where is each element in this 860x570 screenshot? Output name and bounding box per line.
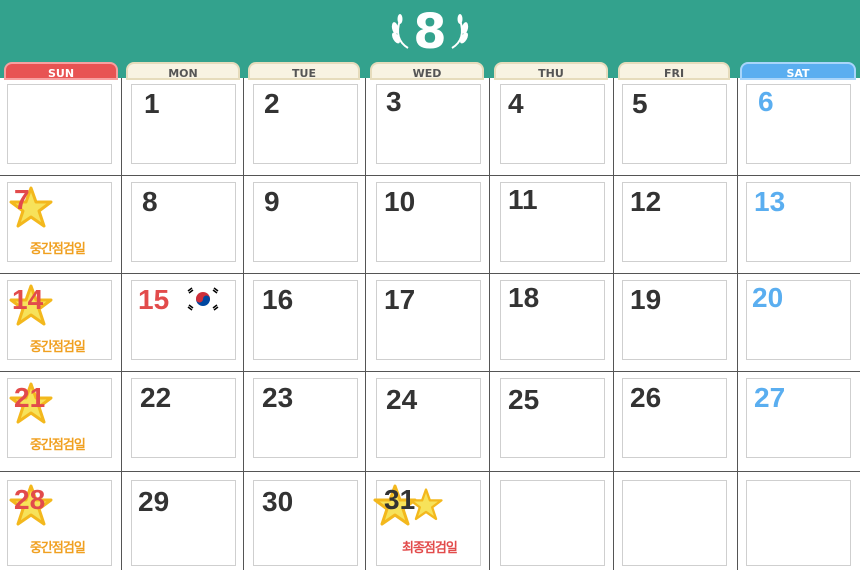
day-cell[interactable]: 16 [244, 274, 366, 372]
day-box [7, 84, 112, 164]
laurel-right-icon [451, 14, 469, 49]
day-number: 16 [262, 284, 294, 315]
day-number: 29 [138, 486, 170, 517]
day-number: 8 [142, 186, 158, 217]
korean-flag-icon [186, 286, 220, 312]
day-number: 20 [752, 282, 784, 313]
day-cell[interactable]: 6 [738, 78, 860, 176]
month-title: 8 [413, 4, 447, 60]
day-cell[interactable]: 29 [122, 472, 244, 570]
day-cell[interactable]: 26 [614, 372, 738, 472]
day-cell[interactable]: 3 [366, 78, 490, 176]
day-number: 30 [262, 486, 294, 517]
day-cell[interactable]: 4 [490, 78, 614, 176]
day-number: 26 [630, 382, 662, 413]
day-cell[interactable]: 27 [738, 372, 860, 472]
day-cell[interactable]: 14 중간점검일 [0, 274, 122, 372]
day-number: 2 [264, 88, 280, 119]
day-number: 28 [14, 484, 46, 515]
day-number: 21 [14, 382, 46, 413]
day-number: 5 [632, 88, 648, 119]
day-cell[interactable]: 1 [122, 78, 244, 176]
day-number: 19 [630, 284, 662, 315]
day-cell[interactable]: 5 [614, 78, 738, 176]
day-cell[interactable]: 19 [614, 274, 738, 372]
day-cell[interactable]: 31 최종점검일 [366, 472, 490, 570]
day-number: 15 [138, 284, 170, 315]
day-number: 18 [508, 282, 540, 313]
day-box [500, 480, 605, 566]
day-number: 9 [264, 186, 280, 217]
day-cell[interactable]: 10 [366, 176, 490, 274]
day-cell[interactable]: 15 [122, 274, 244, 372]
day-number: 1 [144, 88, 160, 119]
midterm-check-note: 중간점검일 [30, 438, 86, 453]
day-number: 12 [630, 186, 662, 217]
weekday-header: SUN MON TUE WED THU FRI SAT [0, 62, 860, 80]
day-cell[interactable]: 30 [244, 472, 366, 570]
day-number: 10 [384, 186, 416, 217]
day-number: 11 [508, 184, 538, 215]
day-cell[interactable]: 13 [738, 176, 860, 274]
day-number: 4 [508, 88, 524, 119]
day-number: 7 [14, 184, 30, 215]
day-number: 13 [754, 186, 786, 217]
day-number: 31 [384, 484, 416, 515]
day-number: 22 [140, 382, 172, 413]
midterm-check-note: 중간점검일 [30, 340, 86, 355]
day-cell[interactable]: 12 [614, 176, 738, 274]
day-box [746, 480, 851, 566]
day-cell[interactable]: 7 중간점검일 [0, 176, 122, 274]
day-number: 3 [386, 86, 402, 117]
final-check-note: 최종점검일 [402, 541, 458, 556]
day-number: 6 [758, 86, 774, 117]
day-cell[interactable] [738, 472, 860, 570]
day-number: 25 [508, 384, 540, 415]
midterm-check-note: 중간점검일 [30, 242, 86, 257]
calendar-grid: 1 2 3 4 5 6 7 중간점검일 8 9 10 11 12 13 14 중… [0, 78, 860, 570]
day-cell[interactable]: 20 [738, 274, 860, 372]
day-cell[interactable]: 28 중간점검일 [0, 472, 122, 570]
day-cell[interactable]: 23 [244, 372, 366, 472]
day-cell[interactable]: 18 [490, 274, 614, 372]
day-number: 24 [386, 384, 418, 415]
day-number: 14 [12, 284, 44, 315]
day-number: 23 [262, 382, 294, 413]
day-cell[interactable]: 9 [244, 176, 366, 274]
day-cell[interactable]: 8 [122, 176, 244, 274]
day-cell[interactable]: 17 [366, 274, 490, 372]
day-cell[interactable]: 25 [490, 372, 614, 472]
day-cell[interactable]: 2 [244, 78, 366, 176]
day-cell[interactable] [0, 78, 122, 176]
midterm-check-note: 중간점검일 [30, 541, 86, 556]
day-cell[interactable] [490, 472, 614, 570]
day-cell[interactable]: 11 [490, 176, 614, 274]
day-number: 17 [384, 284, 416, 315]
day-cell[interactable]: 24 [366, 372, 490, 472]
day-number: 27 [754, 382, 786, 413]
day-cell[interactable]: 21 중간점검일 [0, 372, 122, 472]
day-cell[interactable] [614, 472, 738, 570]
day-box [622, 480, 727, 566]
day-cell[interactable]: 22 [122, 372, 244, 472]
